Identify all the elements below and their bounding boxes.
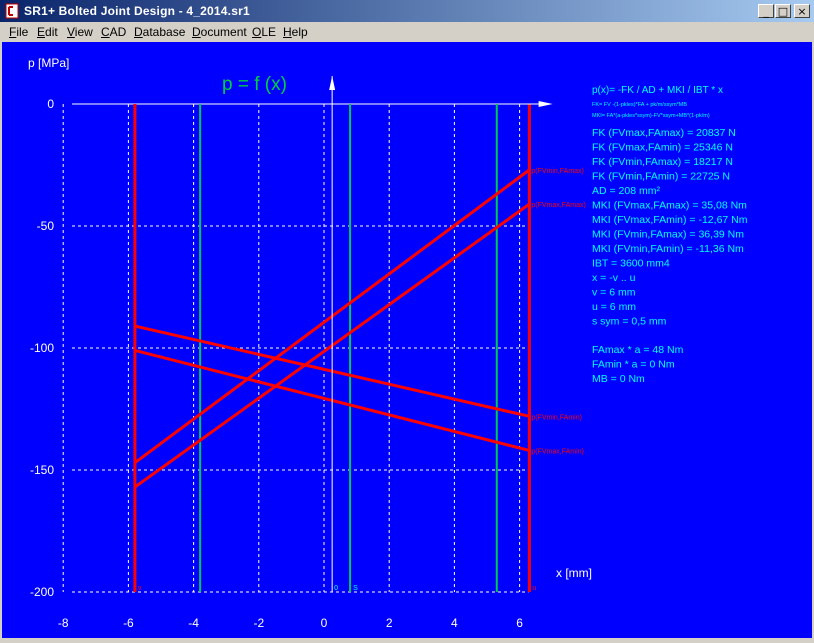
info-line: MB = 0 Nm [592,373,645,385]
info-formula-sub1: FK= FV -(1-pkles)*FA + pk/m/ssym*MB [592,102,687,108]
info-line: x = -v .. u [592,272,636,284]
x-tick-label: -6 [123,616,134,630]
window-title: SR1+ Bolted Joint Design - 4_2014.sr1 [24,4,250,18]
y-tick-label: -100 [30,341,54,355]
info-line: FK (FVmin,FAmin) = 22725 N [592,171,730,183]
menu-edit[interactable]: Edit [37,25,58,39]
series-label: p(FVmin,FAmin) [531,414,582,421]
info-line: MKI (FVmax,FAmin) = -12,67 Nm [592,214,748,226]
x-tick-label: 2 [386,616,393,630]
green-line-label: S [353,585,358,592]
close-button[interactable]: × [794,4,810,18]
menu-cad-rest: AD [109,25,127,39]
menu-cad-accel: C [101,25,110,39]
info-line: MKI (FVmax,FAmax) = 35,08 Nm [592,200,747,212]
menu-document-accel: D [192,25,201,39]
menu-ole[interactable]: OLE [252,25,276,39]
info-line: v = 6 mm [592,287,636,299]
info-line: FK (FVmax,FAmax) = 20837 N [592,127,736,139]
y-axis-label: p [MPa] [28,56,69,70]
menu-bar: File Edit View CAD Database Document OLE… [0,22,814,41]
menu-database-rest: atabase [142,25,186,39]
y-tick-label: -50 [37,219,55,233]
info-panel: p(x)= -FK / AD + MKI / IBT * x FK= FV -(… [592,85,748,385]
info-line: MKI (FVmin,FAmin) = -11,36 Nm [592,243,744,255]
series-layer: p(FVmin,FAmax) p(FVmax,FAmax) p(FVmin,FAmi… [134,168,586,489]
menu-database[interactable]: Database [134,25,185,39]
info-formula-sub2: MKI= FA*(a-pkles*ssym)-FV*ssym+MB*(1-pk/… [592,113,710,119]
x-axis-arrow [538,101,553,107]
sr1-app-icon [5,3,19,19]
info-line: u = 6 mm [592,301,636,313]
boundary-label: v [138,585,142,592]
axis-layer: p [MPa] x [mm] p = f (x) 0-50-100-150-20… [28,56,592,630]
x-tick-label: 6 [516,616,523,630]
menu-file[interactable]: File [9,25,28,39]
info-line: FAmin * a = 0 Nm [592,359,675,371]
menu-cad[interactable]: CAD [101,25,126,39]
y-tick-label: 0 [47,97,54,111]
chart-area: Svu p(FVmin,FAmax) p(FVmax,FAmax) p(FVmin,… [2,42,812,638]
menu-view-rest: iew [74,25,93,39]
menu-help-rest: elp [291,25,308,39]
title-bar[interactable]: SR1+ Bolted Joint Design - 4_2014.sr1 _ … [0,0,814,22]
menu-file-rest: ile [16,25,29,39]
origin-label: 0 [334,585,338,592]
grid-layer [62,103,529,593]
pressure-chart: Sv u p(FVmin,FAmax)p(FVmax,FAmax)p(FVmin,… [28,56,748,630]
info-line: IBT = 3600 mm4 [592,258,670,270]
x-tick-label: 0 [321,616,328,630]
menu-help[interactable]: Help [283,25,308,39]
app-window: SR1+ Bolted Joint Design - 4_2014.sr1 _ … [0,0,814,640]
minimize-button[interactable]: _ [758,4,774,18]
info-formula: p(x)= -FK / AD + MKI / IBT * x [592,85,723,96]
x-axis-label: x [mm] [556,566,592,580]
series-label: p(FVmin,FAmax) [531,168,584,175]
info-line: AD = 208 mm² [592,185,660,197]
x-tick-label: 4 [451,616,458,630]
y-tick-label: -150 [30,463,54,477]
boundary-label: u [532,585,536,592]
series-label: p(FVmax,FAmin) [531,448,584,455]
x-tick-label: -8 [58,616,69,630]
menu-view[interactable]: View [67,25,93,39]
menu-ole-rest: LE [261,25,277,39]
menu-ole-accel: O [252,25,262,39]
info-line: s sym = 0,5 mm [592,316,667,328]
y-axis-arrow [329,76,336,90]
y-tick-label: -200 [30,585,54,599]
maximize-button[interactable]: □ [775,4,791,18]
menu-view-accel: V [67,25,75,39]
menu-edit-accel: E [37,25,46,39]
series-label: p(FVmax,FAmax) [531,202,585,209]
menu-document[interactable]: Document [192,25,247,39]
info-line: FAmax * a = 48 Nm [592,344,684,356]
menu-document-rest: ocument [200,25,247,39]
info-line: FK (FVmax,FAmin) = 25346 N [592,142,733,154]
chart-title: p = f (x) [222,74,287,95]
x-tick-label: -4 [188,616,199,630]
x-tick-label: -2 [253,616,264,630]
info-line: MKI (FVmin,FAmax) = 36,39 Nm [592,229,744,241]
menu-help-accel: H [283,25,292,39]
menu-database-accel: D [134,25,143,39]
menu-edit-rest: dit [45,25,58,39]
info-line: FK (FVmin,FAmax) = 18217 N [592,156,733,168]
